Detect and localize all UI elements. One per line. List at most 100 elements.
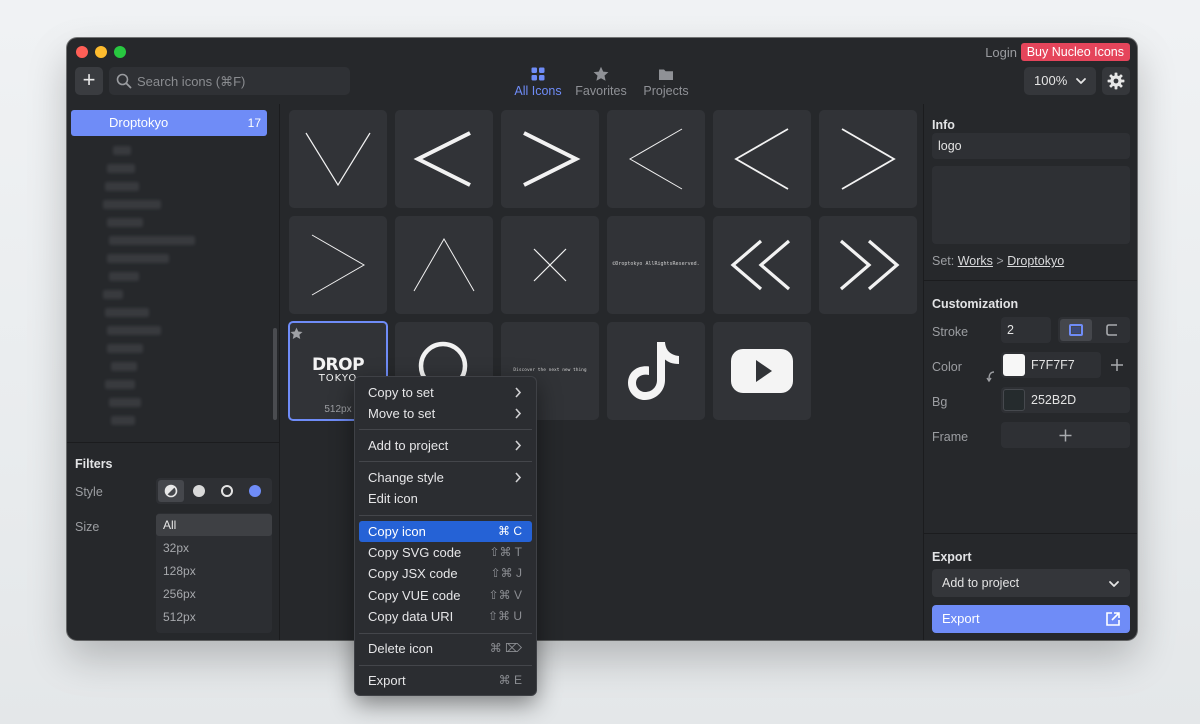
- menu-item-copy-icon[interactable]: Copy icon ⌘ C: [359, 521, 532, 542]
- menu-item-shortcut: ⇧⌘ T: [489, 545, 522, 559]
- menu-item-export[interactable]: Export ⌘ E: [359, 670, 532, 691]
- tab-projects[interactable]: Projects: [640, 66, 692, 100]
- icon-tile[interactable]: [501, 110, 599, 208]
- blurred-set-item[interactable]: [105, 308, 149, 317]
- chevron-down-icon: [1076, 78, 1086, 84]
- menu-item-edit-icon[interactable]: Edit icon: [359, 488, 532, 509]
- blurred-set-item[interactable]: [105, 182, 139, 191]
- set-link-works[interactable]: Works: [958, 254, 993, 268]
- menu-item-copy-data-uri[interactable]: Copy data URI ⇧⌘ U: [359, 606, 532, 627]
- blurred-set-item[interactable]: [109, 272, 139, 281]
- icon-tile[interactable]: [289, 110, 387, 208]
- menu-item-change-style[interactable]: Change style: [359, 467, 532, 488]
- menu-item-copy-jsx-code[interactable]: Copy JSX code ⇧⌘ J: [359, 563, 532, 584]
- menu-item-add-to-project[interactable]: Add to project: [359, 435, 532, 456]
- chevron-left-medium-icon: [734, 128, 789, 190]
- icon-tile[interactable]: [501, 216, 599, 314]
- blurred-set-item[interactable]: [103, 290, 123, 299]
- size-option-128[interactable]: 128px: [156, 560, 272, 582]
- stroke-outside-icon[interactable]: [1096, 319, 1128, 341]
- icon-tile[interactable]: [607, 322, 705, 420]
- export-button[interactable]: Export: [932, 605, 1130, 633]
- icon-tile[interactable]: [819, 110, 917, 208]
- size-option-512[interactable]: 512px: [156, 606, 272, 628]
- close-window-button[interactable]: [76, 46, 88, 58]
- maximize-window-button[interactable]: [114, 46, 126, 58]
- icon-tile[interactable]: [713, 216, 811, 314]
- zoom-select[interactable]: 100%: [1024, 67, 1096, 95]
- menu-item-copy-svg-code[interactable]: Copy SVG code ⇧⌘ T: [359, 542, 532, 563]
- tab-all-icons[interactable]: All Icons: [512, 66, 564, 100]
- icon-tile[interactable]: [395, 110, 493, 208]
- blurred-set-item[interactable]: [109, 398, 141, 407]
- style-all-option[interactable]: [158, 480, 184, 502]
- menu-item-copy-to-set[interactable]: Copy to set: [359, 382, 532, 403]
- swap-colors-icon[interactable]: [986, 369, 998, 385]
- style-colored-option[interactable]: [249, 485, 261, 497]
- size-option-32[interactable]: 32px: [156, 537, 272, 559]
- add-button[interactable]: +: [75, 67, 103, 95]
- color-swatch[interactable]: [1003, 354, 1025, 376]
- chevron-right-icon: [515, 440, 522, 451]
- search-box[interactable]: Search icons (⌘F): [109, 67, 350, 95]
- add-to-project-select[interactable]: Add to project: [932, 569, 1130, 597]
- blurred-set-item[interactable]: [103, 200, 161, 209]
- icon-tile[interactable]: [607, 110, 705, 208]
- stroke-input[interactable]: 2: [1001, 317, 1051, 343]
- add-frame-button[interactable]: [1001, 422, 1130, 448]
- chevron-right-icon: [515, 387, 522, 398]
- size-option-256[interactable]: 256px: [156, 583, 272, 605]
- chevron-left-bold-icon: [413, 131, 471, 187]
- stroke-label: Stroke: [932, 325, 969, 339]
- gear-icon: [1107, 72, 1125, 90]
- blurred-set-item[interactable]: [111, 362, 137, 371]
- icon-tile[interactable]: [713, 110, 811, 208]
- sidebar-item-droptokyo[interactable]: Droptokyo 17: [71, 110, 267, 136]
- tab-favorites[interactable]: Favorites: [573, 66, 629, 100]
- icon-tile[interactable]: [395, 216, 493, 314]
- blurred-set-item[interactable]: [107, 326, 161, 335]
- app-window: Login Buy Nucleo Icons + Search icons (⌘…: [67, 38, 1137, 640]
- icon-description-field[interactable]: [932, 166, 1130, 244]
- blurred-set-item[interactable]: [107, 218, 143, 227]
- menu-item-copy-vue-code[interactable]: Copy VUE code ⇧⌘ V: [359, 585, 532, 606]
- style-outline-option[interactable]: [221, 485, 233, 497]
- blurred-set-item[interactable]: [105, 380, 135, 389]
- icon-tile[interactable]: [289, 216, 387, 314]
- star-icon[interactable]: [290, 327, 303, 340]
- inspector-panel: Info logo Set: Works > Droptokyo Customi…: [923, 104, 1137, 640]
- menu-item-move-to-set[interactable]: Move to set: [359, 403, 532, 424]
- icon-tile[interactable]: [819, 216, 917, 314]
- menu-item-shortcut: ⌘ C: [498, 524, 522, 538]
- blurred-set-item[interactable]: [107, 344, 143, 353]
- half-circle-icon: [164, 484, 178, 498]
- blurred-set-item[interactable]: [113, 146, 131, 155]
- sidebar-scrollbar[interactable]: [273, 328, 277, 420]
- settings-button[interactable]: [1102, 67, 1130, 95]
- color-input[interactable]: F7F7F7: [1001, 352, 1101, 378]
- set-link-droptokyo[interactable]: Droptokyo: [1007, 254, 1064, 268]
- discover-text-icon: Discover the next new thing: [513, 368, 587, 373]
- chevron-right-icon: [515, 472, 522, 483]
- bg-swatch[interactable]: [1003, 389, 1025, 411]
- icon-tile[interactable]: [713, 322, 811, 420]
- menu-separator: [359, 515, 532, 516]
- search-input[interactable]: Search icons (⌘F): [137, 74, 245, 90]
- menu-item-shortcut: ⇧⌘ J: [490, 566, 522, 580]
- stroke-inside-button[interactable]: [1060, 319, 1092, 341]
- minimize-window-button[interactable]: [95, 46, 107, 58]
- blurred-set-item[interactable]: [109, 236, 195, 245]
- icon-name-field[interactable]: logo: [932, 133, 1130, 159]
- blurred-set-item[interactable]: [107, 164, 135, 173]
- menu-item-delete-icon[interactable]: Delete icon ⌘ ⌦: [359, 638, 532, 659]
- menu-item-label: Copy to set: [368, 385, 434, 400]
- blurred-set-item[interactable]: [111, 416, 135, 425]
- size-option-all[interactable]: All: [156, 514, 272, 536]
- bg-input[interactable]: 252B2D: [1001, 387, 1130, 413]
- blurred-set-item[interactable]: [107, 254, 169, 263]
- icon-tile[interactable]: ©Droptokyo AllRightsReserved.: [607, 216, 705, 314]
- login-link[interactable]: Login: [985, 45, 1017, 60]
- buy-nucleo-button[interactable]: Buy Nucleo Icons: [1020, 43, 1130, 61]
- add-color-button[interactable]: [1104, 352, 1130, 378]
- style-solid-option[interactable]: [193, 485, 205, 497]
